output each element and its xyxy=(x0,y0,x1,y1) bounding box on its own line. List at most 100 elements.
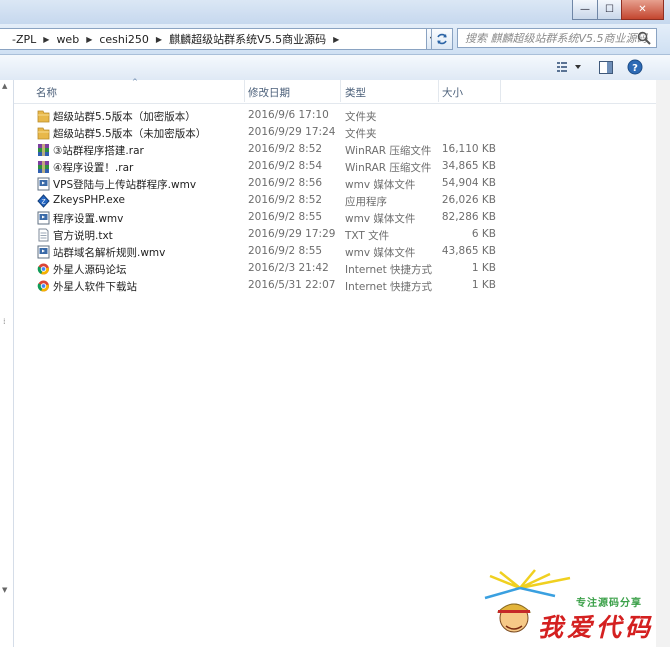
file-name[interactable]: 程序设置.wmv xyxy=(53,211,123,226)
search-placeholder: 搜索 麒麟超级站群系统V5.5商业源码 xyxy=(465,32,648,45)
file-date: 2016/5/31 22:07 xyxy=(248,279,336,291)
breadcrumb-item[interactable]: -ZPL xyxy=(12,33,36,46)
file-row[interactable]: 超级站群5.5版本（未加密版本） 2016/9/29 17:24 文件夹 xyxy=(34,124,654,141)
file-row[interactable]: 站群域名解析规则.wmv 2016/9/2 8:55 wmv 媒体文件 43,865 … xyxy=(34,243,654,260)
help-button[interactable]: ? xyxy=(626,58,644,76)
file-date: 2016/9/2 8:52 xyxy=(248,194,323,206)
file-date: 2016/9/2 8:56 xyxy=(248,177,323,189)
preview-pane-icon xyxy=(599,60,613,74)
file-date: 2016/9/2 8:55 xyxy=(248,211,323,223)
file-size: 6 KB xyxy=(471,228,496,240)
file-date: 2016/9/29 17:29 xyxy=(248,228,336,240)
title-bar: — ☐ ✕ xyxy=(0,0,670,24)
column-divider[interactable] xyxy=(438,80,439,102)
folder-icon xyxy=(37,109,50,123)
navigation-pane[interactable]: ▲ ⁞ ▼ xyxy=(0,80,14,647)
file-name[interactable]: ③站群程序搭建.rar xyxy=(53,143,144,158)
rar-icon xyxy=(37,143,50,157)
watermark-slogan: 专注源码分享 xyxy=(576,598,642,609)
scroll-up-icon[interactable]: ▲ xyxy=(2,82,7,90)
file-date: 2016/9/2 8:52 xyxy=(248,143,323,155)
command-toolbar: ? xyxy=(0,55,670,81)
scroll-down-icon[interactable]: ▼ xyxy=(2,586,7,594)
file-size: 26,026 KB xyxy=(441,194,496,206)
minimize-button[interactable]: — xyxy=(572,0,598,20)
column-divider[interactable] xyxy=(244,80,245,102)
help-icon: ? xyxy=(627,59,643,75)
search-icon[interactable] xyxy=(636,30,652,46)
file-type: 文件夹 xyxy=(345,111,377,123)
file-name[interactable]: 外星人软件下载站 xyxy=(53,279,137,294)
view-options-button[interactable] xyxy=(554,58,584,76)
column-size[interactable]: 大小 xyxy=(442,85,463,100)
close-button[interactable]: ✕ xyxy=(621,0,664,20)
file-row[interactable]: ③站群程序搭建.rar 2016/9/2 8:52 WinRAR 压缩文件 16,11… xyxy=(34,141,654,158)
column-divider[interactable] xyxy=(340,80,341,102)
file-row[interactable]: ④程序设置！.rar 2016/9/2 8:54 WinRAR 压缩文件 34,865… xyxy=(34,158,654,175)
breadcrumb-item[interactable]: ceshi250 xyxy=(99,33,149,46)
file-size: 1 KB xyxy=(471,262,496,274)
file-type: 文件夹 xyxy=(345,128,377,140)
file-type: wmv 媒体文件 xyxy=(345,213,416,225)
refresh-button[interactable] xyxy=(431,28,453,50)
file-name[interactable]: 站群域名解析规则.wmv xyxy=(53,245,165,260)
file-row[interactable]: 官方说明.txt 2016/9/29 17:29 TXT 文件 6 KB xyxy=(34,226,654,243)
file-type: wmv 媒体文件 xyxy=(345,247,416,259)
file-size: 34,865 KB xyxy=(441,160,496,172)
watermark-text: 我爱代码 xyxy=(538,613,655,642)
chevron-right-icon[interactable]: ▶ xyxy=(43,35,49,44)
column-date[interactable]: 修改日期 xyxy=(248,85,290,100)
file-type: Internet 快捷方式 xyxy=(345,281,433,293)
chevron-right-icon[interactable]: ▶ xyxy=(333,35,339,44)
file-name[interactable]: 超级站群5.5版本（未加密版本） xyxy=(53,126,206,141)
file-row[interactable]: 超级站群5.5版本（加密版本） 2016/9/6 17:10 文件夹 xyxy=(34,107,654,124)
column-divider[interactable] xyxy=(500,80,501,102)
file-name[interactable]: VPS登陆与上传站群程序.wmv xyxy=(53,177,196,192)
file-row[interactable]: VPS登陆与上传站群程序.wmv 2016/9/2 8:56 wmv 媒体文件 54,… xyxy=(34,175,654,192)
file-type: 应用程序 xyxy=(345,196,387,208)
file-type: TXT 文件 xyxy=(345,230,390,242)
column-header: ^ 名称 修改日期 类型 大小 xyxy=(14,78,656,104)
file-size: 82,286 KB xyxy=(441,211,496,223)
wmv-icon xyxy=(37,245,50,259)
column-type[interactable]: 类型 xyxy=(345,85,366,100)
breadcrumb[interactable]: -ZPL ▶ web ▶ ceshi250 ▶ 麒麟超级站群系统V5.5商业源码… xyxy=(0,28,427,50)
file-name[interactable]: 外星人源码论坛 xyxy=(53,262,127,277)
pane-splitter-icon[interactable]: ⁞ xyxy=(3,317,6,326)
breadcrumb-item[interactable]: 麒麟超级站群系统V5.5商业源码 xyxy=(169,31,326,47)
file-name[interactable]: 官方说明.txt xyxy=(53,228,113,243)
file-type: WinRAR 压缩文件 xyxy=(345,145,432,157)
file-size: 16,110 KB xyxy=(441,143,496,155)
file-size: 43,865 KB xyxy=(441,245,496,257)
file-list[interactable]: ^ 名称 修改日期 类型 大小 超级站群5.5版本（加密版本） 2016/9/6 … xyxy=(14,78,656,640)
maximize-button[interactable]: ☐ xyxy=(597,0,622,20)
file-row[interactable]: 外星人软件下载站 2016/5/31 22:07 Internet 快捷方式 1 KB xyxy=(34,277,654,294)
right-edge xyxy=(656,80,670,647)
exe-icon: Z xyxy=(37,194,50,208)
column-name[interactable]: 名称 xyxy=(36,85,57,100)
breadcrumb-item[interactable]: web xyxy=(56,33,79,46)
file-date: 2016/9/6 17:10 xyxy=(248,109,329,121)
file-type: Internet 快捷方式 xyxy=(345,264,433,276)
search-input[interactable]: 搜索 麒麟超级站群系统V5.5商业源码 xyxy=(457,28,657,48)
file-row[interactable]: 程序设置.wmv 2016/9/2 8:55 wmv 媒体文件 82,286 KB xyxy=(34,209,654,226)
file-date: 2016/2/3 21:42 xyxy=(248,262,329,274)
chrome-icon xyxy=(37,262,50,276)
refresh-icon xyxy=(437,33,447,45)
rar-icon xyxy=(37,160,50,174)
svg-text:Z: Z xyxy=(41,199,45,206)
chrome-icon xyxy=(37,279,50,293)
address-row: -ZPL ▶ web ▶ ceshi250 ▶ 麒麟超级站群系统V5.5商业源码… xyxy=(0,24,670,55)
file-row[interactable]: Z ZkeysPHP.exe 2016/9/2 8:52 应用程序 26,026 KB xyxy=(34,192,654,209)
file-name[interactable]: 超级站群5.5版本（加密版本） xyxy=(53,109,196,124)
preview-pane-button[interactable] xyxy=(597,58,615,76)
file-row[interactable]: 外星人源码论坛 2016/2/3 21:42 Internet 快捷方式 1 KB xyxy=(34,260,654,277)
file-name[interactable]: ZkeysPHP.exe xyxy=(53,194,125,206)
wmv-icon xyxy=(37,211,50,225)
file-date: 2016/9/29 17:24 xyxy=(248,126,336,138)
chevron-right-icon[interactable]: ▶ xyxy=(156,35,162,44)
watermark-logo: 专注源码分享 我爱代码 xyxy=(480,568,666,644)
chevron-right-icon[interactable]: ▶ xyxy=(86,35,92,44)
file-name[interactable]: ④程序设置！.rar xyxy=(53,160,133,175)
file-size: 1 KB xyxy=(471,279,496,291)
